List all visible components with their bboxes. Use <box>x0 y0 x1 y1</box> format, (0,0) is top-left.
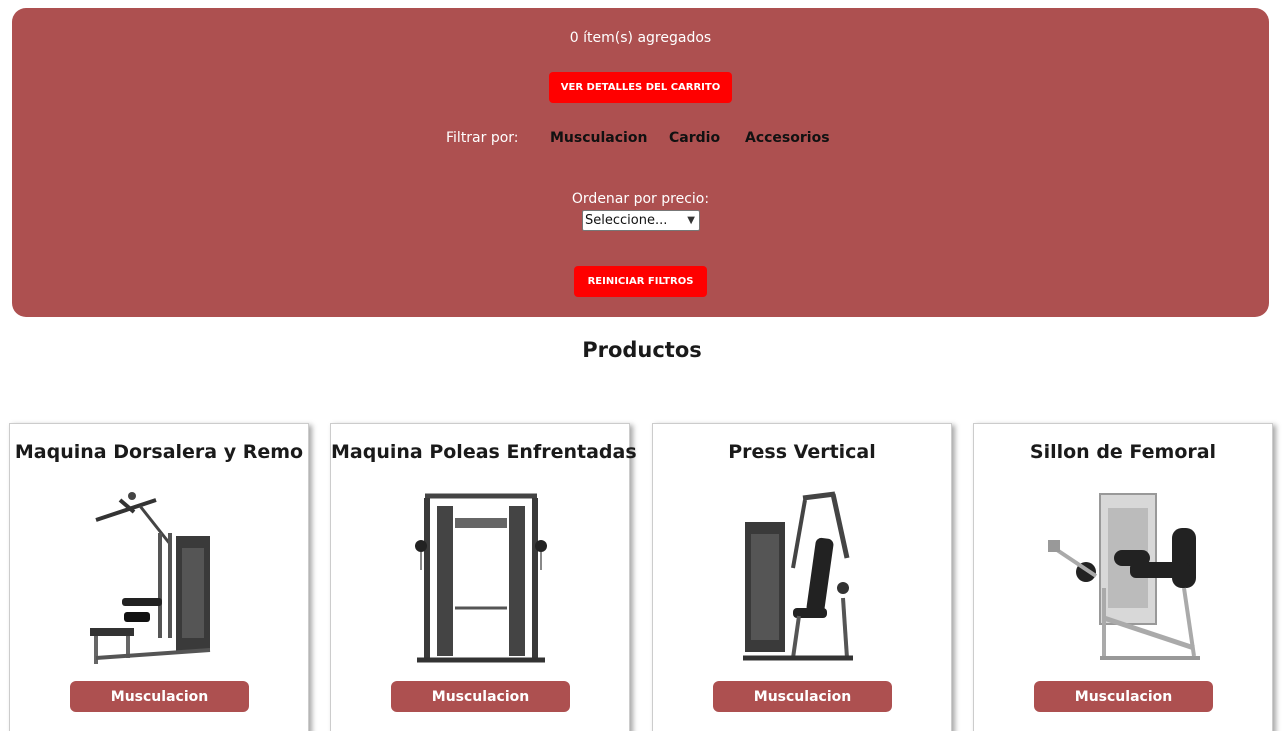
cart-item-count: 0 ítem(s) agregados <box>569 30 712 46</box>
product-name: Sillon de Femoral <box>1029 441 1217 463</box>
products-heading: Productos <box>582 338 702 362</box>
sort-label: Ordenar por precio: <box>571 191 710 207</box>
filter-row: Filtrar por: Musculacion Cardio Accesori… <box>12 130 1269 150</box>
reset-filters-button[interactable]: REINICIAR FILTROS <box>574 266 707 297</box>
category-button[interactable]: Musculacion <box>391 681 570 712</box>
product-name: Maquina Dorsalera y Remo <box>14 441 304 463</box>
filter-musculacion[interactable]: Musculacion <box>550 130 647 146</box>
category-button[interactable]: Musculacion <box>713 681 892 712</box>
product-card: Maquina Dorsalera y Remo Musculacion <box>9 423 309 731</box>
chevron-down-icon: ▼ <box>687 215 695 226</box>
filter-accesorios[interactable]: Accesorios <box>745 130 830 146</box>
product-card: Maquina Poleas Enfrentadas Musculacion <box>330 423 637 731</box>
sort-selected-value: Seleccione... <box>585 213 668 228</box>
category-button[interactable]: Musculacion <box>70 681 249 712</box>
view-cart-details-button[interactable]: VER DETALLES DEL CARRITO <box>549 72 732 103</box>
category-button[interactable]: Musculacion <box>1034 681 1213 712</box>
product-name: Press Vertical <box>728 441 876 463</box>
vertical-press-machine-image <box>743 491 853 661</box>
sort-price-select[interactable]: Seleccione... ▼ <box>582 210 700 231</box>
product-name: Maquina Poleas Enfrentadas <box>331 441 637 463</box>
lat-pulldown-machine-image <box>90 492 211 664</box>
filter-label: Filtrar por: <box>446 130 519 146</box>
functional-trainer-image <box>415 493 547 663</box>
filter-cardio[interactable]: Cardio <box>669 130 720 146</box>
product-card: Sillon de Femoral Musculacion <box>973 423 1273 731</box>
leg-curl-machine-image <box>1048 493 1200 660</box>
product-card: Press Vertical Musculacion <box>652 423 952 731</box>
cart-filter-panel: 0 ítem(s) agregados VER DETALLES DEL CAR… <box>12 8 1269 317</box>
